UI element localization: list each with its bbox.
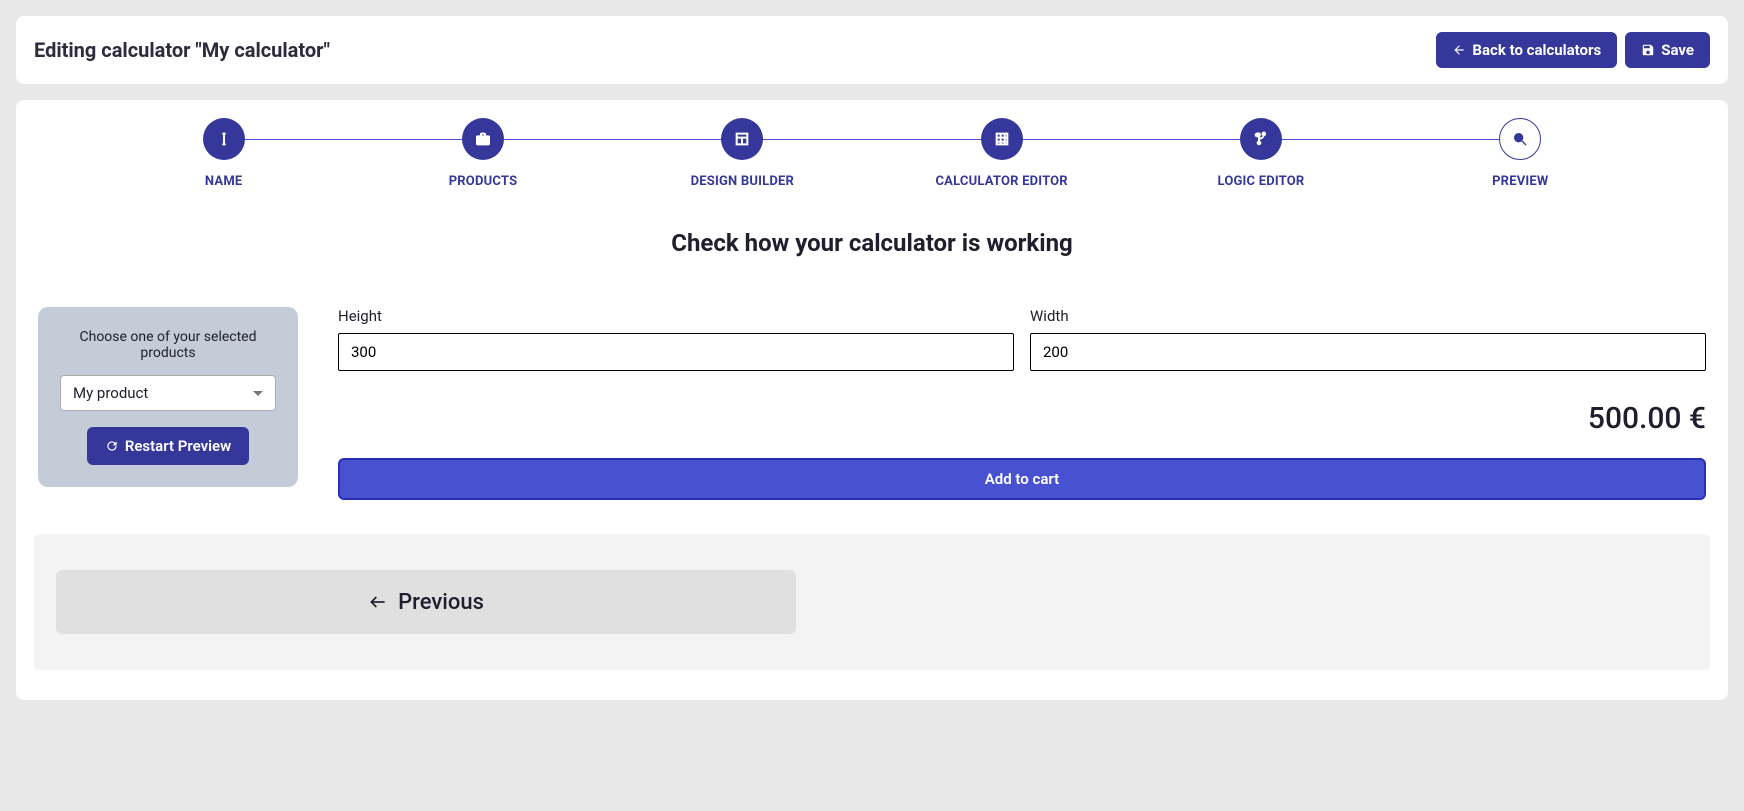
chevron-down-icon	[253, 391, 263, 396]
grid-icon	[994, 131, 1010, 147]
step-name-label: NAME	[205, 174, 243, 189]
save-button[interactable]: Save	[1625, 32, 1710, 68]
restart-preview-label: Restart Preview	[125, 437, 231, 455]
header-buttons: Back to calculators Save	[1436, 32, 1710, 68]
back-to-calculators-label: Back to calculators	[1472, 41, 1601, 59]
step-products-circle[interactable]	[462, 118, 504, 160]
text-cursor-icon	[216, 131, 232, 147]
arrow-left-icon	[368, 592, 388, 612]
step-calculator-editor-circle[interactable]	[981, 118, 1023, 160]
step-name-circle[interactable]	[203, 118, 245, 160]
refresh-icon	[105, 439, 119, 453]
product-select[interactable]: My product	[60, 375, 276, 411]
back-to-calculators-button[interactable]: Back to calculators	[1436, 32, 1617, 68]
step-preview[interactable]: PREVIEW	[1391, 118, 1650, 189]
product-selector-label: Choose one of your selected products	[60, 329, 276, 361]
height-label: Height	[338, 307, 1014, 325]
step-design-builder-circle[interactable]	[721, 118, 763, 160]
product-select-value: My product	[73, 384, 253, 402]
product-selector-panel: Choose one of your selected products My …	[38, 307, 298, 487]
width-input[interactable]	[1030, 333, 1706, 371]
previous-button[interactable]: Previous	[56, 570, 796, 634]
page-title: Editing calculator "My calculator"	[34, 38, 330, 62]
step-calculator-editor-label: CALCULATOR EDITOR	[935, 174, 1067, 189]
step-design-builder-label: DESIGN BUILDER	[691, 174, 794, 189]
step-preview-label: PREVIEW	[1492, 174, 1548, 189]
layout-icon	[734, 131, 750, 147]
width-label: Width	[1030, 307, 1706, 325]
restart-preview-button[interactable]: Restart Preview	[87, 427, 249, 465]
step-design-builder[interactable]: DESIGN BUILDER	[613, 118, 872, 189]
step-logic-editor-circle[interactable]	[1240, 118, 1282, 160]
preview-area: Choose one of your selected products My …	[34, 307, 1710, 500]
step-preview-circle[interactable]	[1499, 118, 1541, 160]
header-bar: Editing calculator "My calculator" Back …	[16, 16, 1728, 84]
footer-nav: Previous	[34, 534, 1710, 670]
section-heading: Check how your calculator is working	[34, 229, 1710, 257]
save-icon	[1641, 43, 1655, 57]
save-label: Save	[1661, 41, 1694, 59]
height-input[interactable]	[338, 333, 1014, 371]
search-icon	[1512, 131, 1528, 147]
branch-icon	[1253, 131, 1269, 147]
step-logic-editor-label: LOGIC EDITOR	[1218, 174, 1305, 189]
stepper: NAME PRODUCTS DESIGN BUILDER CALCULATOR …	[94, 118, 1650, 189]
briefcase-icon	[475, 131, 491, 147]
arrow-left-icon	[1452, 43, 1466, 57]
calculator-form: Height Width 500.00 € Add to cart	[338, 307, 1706, 500]
step-name[interactable]: NAME	[94, 118, 353, 189]
step-calculator-editor[interactable]: CALCULATOR EDITOR	[872, 118, 1131, 189]
step-logic-editor[interactable]: LOGIC EDITOR	[1131, 118, 1390, 189]
add-to-cart-button[interactable]: Add to cart	[338, 458, 1706, 500]
price-display: 500.00 €	[338, 401, 1706, 436]
step-products[interactable]: PRODUCTS	[353, 118, 612, 189]
previous-label: Previous	[398, 590, 484, 615]
step-products-label: PRODUCTS	[449, 174, 518, 189]
main-card: NAME PRODUCTS DESIGN BUILDER CALCULATOR …	[16, 100, 1728, 700]
